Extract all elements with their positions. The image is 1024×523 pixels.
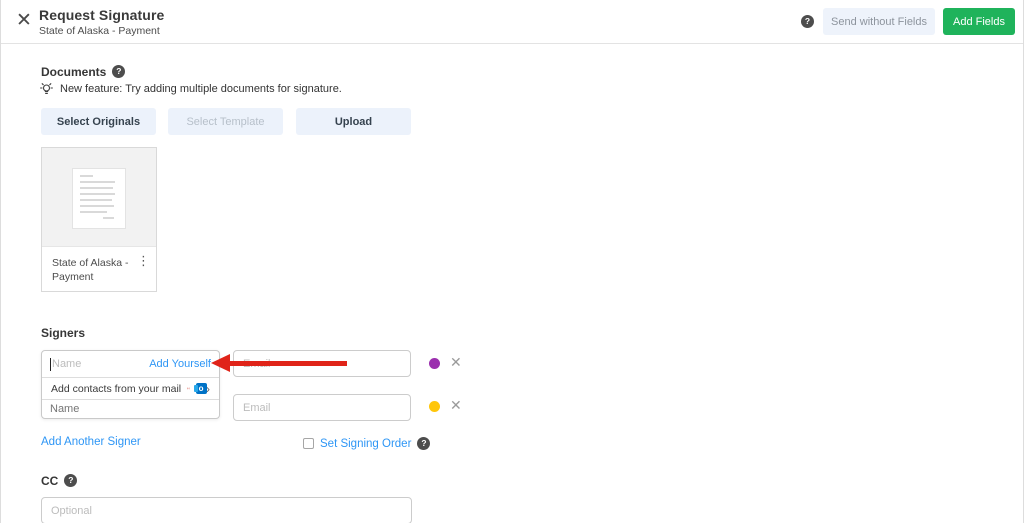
page-subtitle: State of Alaska - Payment <box>39 25 160 37</box>
lightbulb-icon <box>40 83 53 94</box>
add-another-signer-link[interactable]: Add Another Signer <box>41 436 141 448</box>
select-originals-button[interactable]: Select Originals <box>41 108 156 135</box>
text-caret <box>50 357 51 371</box>
signer1-color-dot[interactable] <box>429 358 440 369</box>
set-signing-order-label[interactable]: Set Signing Order <box>320 438 411 450</box>
document-title: State of Alaska - Payment ⋮ <box>42 247 156 284</box>
cc-heading: CC? <box>41 474 78 488</box>
request-signature-modal: ✕ Request Signature State of Alaska - Pa… <box>0 0 1024 523</box>
cc-heading-label: CC <box>41 474 59 488</box>
new-feature-text: New feature: Try adding multiple documen… <box>60 82 342 95</box>
signing-order-help-icon[interactable]: ? <box>417 437 431 450</box>
send-without-fields-button[interactable]: Send without Fields <box>823 8 935 35</box>
new-feature-tip: New feature: Try adding multiple documen… <box>39 81 342 96</box>
outlook-icon[interactable]: o <box>193 382 207 395</box>
document-menu-icon[interactable]: ⋮ <box>137 254 150 267</box>
signer1-name-input[interactable] <box>52 358 150 370</box>
document-thumbnail <box>42 148 156 247</box>
document-title-line1: State of Alaska - <box>52 257 129 269</box>
documents-help-icon[interactable]: ? <box>112 65 126 79</box>
signer2-email-input[interactable] <box>233 394 411 421</box>
documents-heading: Documents? <box>41 65 126 79</box>
documents-heading-label: Documents <box>41 65 107 79</box>
signer2-remove-icon[interactable]: ✕ <box>450 397 462 414</box>
page-title: Request Signature <box>39 7 165 23</box>
document-card[interactable]: State of Alaska - Payment ⋮ <box>41 147 157 292</box>
signers-heading: Signers <box>41 326 86 340</box>
add-yourself-link[interactable]: Add Yourself <box>149 358 211 370</box>
close-icon[interactable]: ✕ <box>16 10 32 32</box>
signer1-remove-icon[interactable]: ✕ <box>450 354 462 371</box>
chevron-right-icon[interactable]: › <box>206 382 210 396</box>
document-page-preview <box>72 168 126 229</box>
add-contacts-row[interactable]: Add contacts from your mail o › <box>42 378 219 400</box>
signing-order-row: Set Signing Order ? <box>303 437 431 450</box>
add-contacts-label: Add contacts from your mail <box>51 382 182 395</box>
cc-input[interactable] <box>41 497 412 523</box>
header-titles: Request Signature State of Alaska - Paym… <box>39 7 164 37</box>
modal-header: ✕ Request Signature State of Alaska - Pa… <box>1 0 1023 44</box>
upload-button[interactable]: Upload <box>296 108 411 135</box>
signer2-name-input[interactable] <box>50 403 211 415</box>
header-help-icon[interactable]: ? <box>801 15 814 28</box>
set-signing-order-checkbox[interactable] <box>303 438 314 449</box>
signer2-color-dot[interactable] <box>429 401 440 412</box>
add-fields-button[interactable]: Add Fields <box>943 8 1015 35</box>
signer1-email-input[interactable] <box>233 350 411 377</box>
select-template-button[interactable]: Select Template <box>168 108 283 135</box>
cc-help-icon[interactable]: ? <box>64 474 78 488</box>
signer2-name-row <box>42 400 219 418</box>
gmail-icon[interactable] <box>187 383 190 394</box>
document-title-line2: Payment <box>52 271 94 283</box>
signer1-name-dropdown: Add Yourself Add contacts from your mail… <box>41 350 220 419</box>
signer1-name-row: Add Yourself <box>42 351 219 378</box>
